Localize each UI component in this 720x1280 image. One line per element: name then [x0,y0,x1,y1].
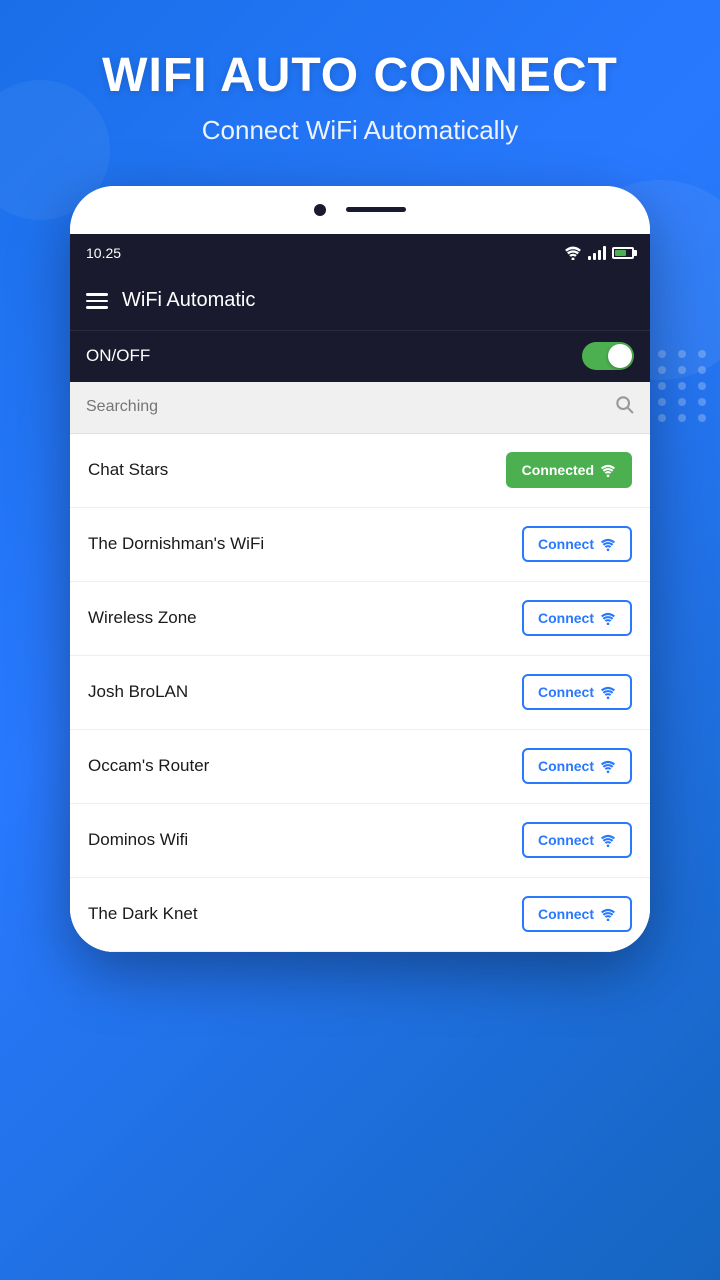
network-name: Josh BroLAN [88,682,188,702]
toggle-bar: ON/OFF [70,330,650,382]
toggle-label: ON/OFF [86,346,150,366]
network-name: The Dark Knet [88,904,198,924]
phone-top-bar [70,186,650,234]
search-bar[interactable] [70,382,650,434]
network-item: Wireless Zone Connect [70,582,650,656]
status-bar: 10.25 [70,234,650,272]
connect-button[interactable]: Connect [522,526,632,562]
toolbar-title: WiFi Automatic [122,289,255,312]
wifi-btn-icon [600,686,616,699]
phone-mockup: 10.25 [70,186,650,952]
network-item: The Dark Knet Connect [70,878,650,952]
wifi-btn-icon [600,760,616,773]
connect-button[interactable]: Connect [522,748,632,784]
network-item: Dominos Wifi Connect [70,804,650,878]
wifi-status-icon [564,246,582,260]
wifi-btn-icon [600,538,616,551]
network-name: The Dornishman's WiFi [88,534,264,554]
network-item: The Dornishman's WiFi Connect [70,508,650,582]
network-name: Wireless Zone [88,608,197,628]
app-subtitle: Connect WiFi Automatically [40,115,680,146]
wifi-btn-icon [600,612,616,625]
wifi-btn-icon [600,834,616,847]
phone-speaker [346,207,406,212]
connect-button[interactable]: Connect [522,674,632,710]
connect-button[interactable]: Connect [522,600,632,636]
signal-icon [588,246,606,260]
wifi-btn-icon [600,908,616,921]
network-name: Occam's Router [88,756,209,776]
app-title: WIFI AUTO CONNECT [40,50,680,103]
battery-icon [612,247,634,259]
toggle-knob [608,344,632,368]
network-name: Dominos Wifi [88,830,188,850]
connect-button[interactable]: Connect [522,896,632,932]
search-input[interactable] [86,398,604,416]
network-item: Chat Stars Connected [70,434,650,508]
network-list: Chat Stars Connected The Dornishman's WiF… [70,434,650,952]
search-icon [614,394,634,420]
status-time: 10.25 [86,245,121,261]
app-toolbar: WiFi Automatic [70,272,650,330]
app-screen: 10.25 [70,234,650,952]
network-item: Josh BroLAN Connect [70,656,650,730]
hamburger-menu-icon[interactable] [86,293,108,309]
phone-camera [314,204,326,216]
network-item: Occam's Router Connect [70,730,650,804]
onoff-toggle[interactable] [582,342,634,370]
connect-button[interactable]: Connect [522,822,632,858]
wifi-btn-icon [600,464,616,477]
network-name: Chat Stars [88,460,168,480]
connected-button[interactable]: Connected [506,452,632,488]
status-icons [564,246,634,260]
